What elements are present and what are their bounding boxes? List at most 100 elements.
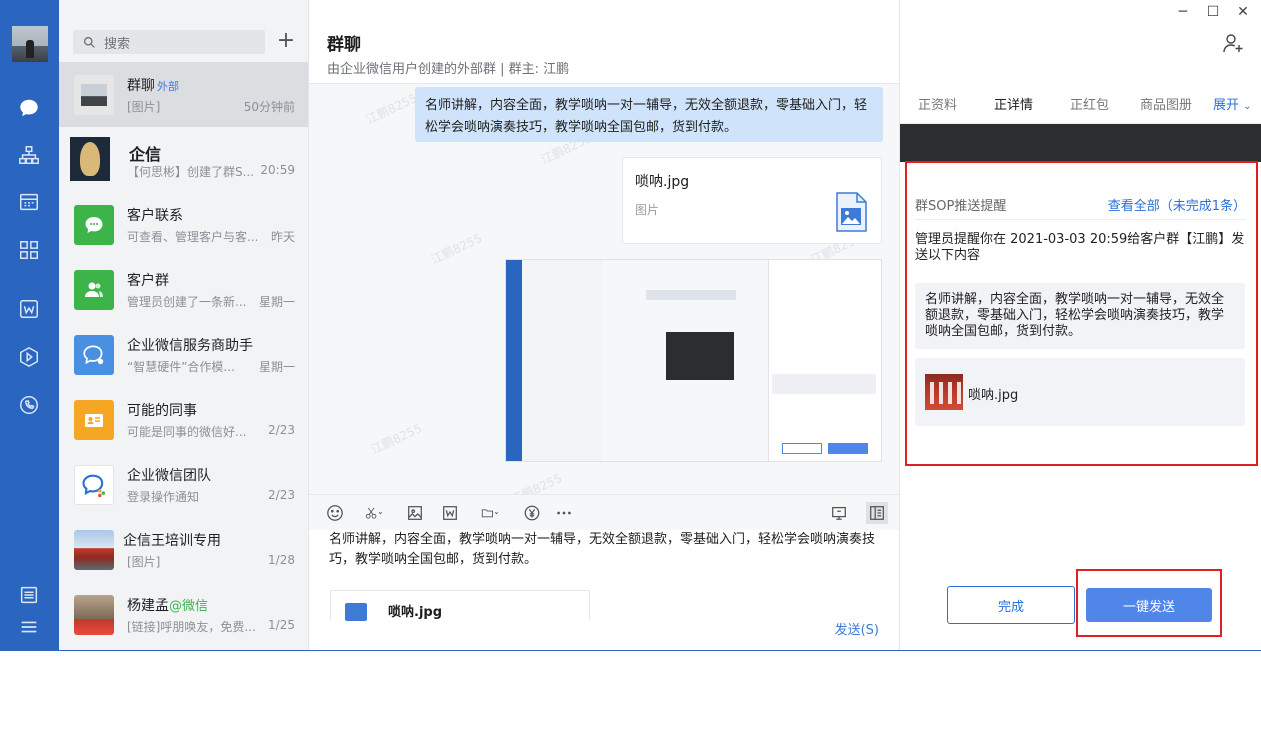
scissors-icon[interactable] (359, 503, 389, 523)
file-message[interactable]: 唢呐.jpg 图片 (622, 157, 882, 244)
yang-avatar (74, 595, 114, 635)
conversation-time: 1/25 (268, 618, 295, 632)
done-button[interactable]: 完成 (947, 586, 1075, 624)
conversation-item-possible-colleagues[interactable]: 可能的同事 可能是同事的微信好... 2/23 (59, 387, 308, 452)
conversation-name: 客户群 (127, 273, 169, 289)
user-avatar[interactable] (12, 26, 48, 62)
conversation-item-wecom-team[interactable]: 企业微信团队 登录操作通知 2/23 (59, 452, 308, 517)
sop-title: 群SOP推送提醒 (915, 199, 1007, 214)
expand-tabs-button[interactable]: 展开 ⌄ (1213, 94, 1252, 113)
conversation-time: 星期一 (258, 295, 295, 309)
file-thumbnail (925, 374, 963, 410)
history-icon[interactable] (829, 503, 849, 523)
colleague-card-icon (74, 400, 114, 440)
screenshot-image-message[interactable] (505, 259, 882, 462)
tab-red-packet[interactable]: 正红包 (1070, 94, 1109, 113)
conversation-preview: 管理员创建了一条新... (127, 295, 247, 309)
one-click-send-button[interactable]: 一键发送 (1086, 588, 1212, 622)
search-icon (84, 36, 95, 48)
sop-content: 名师讲解，内容全面，教学唢呐一对一辅导，无效全额退款，零基础入门，轻松学会唢呐演… (915, 283, 1245, 349)
chat-area: 群聊 由企业微信用户创建的外部群 | 群主: 江鹏 江鹏8255 江鹏8255 … (309, 0, 899, 651)
file-icon (345, 603, 367, 621)
watermark: 江鹏8255 (363, 91, 420, 127)
search-placeholder: 搜索 (104, 36, 131, 52)
nav-rail (0, 0, 59, 651)
attachment-name: 唢呐.jpg (388, 605, 443, 620)
conversation-item-service-assistant[interactable]: 企业微信服务商助手 “智慧硬件”合作模... 星期一 (59, 322, 308, 387)
conversation-time: 1/28 (268, 553, 295, 567)
chat-bubble-icon[interactable] (17, 96, 41, 120)
settings-sliders-icon[interactable] (17, 583, 41, 607)
highlight-box: 一键发送 (1076, 569, 1222, 637)
org-chart-icon[interactable] (17, 143, 41, 167)
service-assistant-icon (74, 335, 114, 375)
doc-icon[interactable] (440, 503, 460, 523)
conversation-preview: 可查看、管理客户与客... (127, 230, 257, 244)
conversation-name: 企业微信团队 (127, 468, 211, 484)
expand-label: 展开 (1213, 98, 1240, 113)
text-message[interactable]: 名师讲解，内容全面，教学唢呐一对一辅导，无效全额退款，零基础入门，轻松学会唢呐演… (415, 87, 883, 142)
sop-file-name: 唢呐.jpg (968, 388, 1019, 403)
add-member-icon[interactable] (1222, 32, 1244, 54)
file-name: 唢呐.jpg (635, 174, 690, 190)
group-avatar (74, 75, 114, 115)
minimize-icon[interactable]: ─ (1174, 4, 1192, 20)
conversation-preview: 可能是同事的微信好... (127, 425, 247, 439)
divider (915, 219, 1246, 220)
side-panel-toggle-icon[interactable] (866, 502, 888, 524)
phone-call-icon[interactable] (17, 393, 41, 417)
conversation-name: 群聊 (127, 78, 155, 94)
maximize-icon[interactable]: ☐ (1204, 4, 1222, 20)
customer-contact-icon (74, 205, 114, 245)
conversation-preview: 【何思彬】创建了群S... (127, 165, 255, 179)
conversation-name: 客户联系 (127, 208, 183, 224)
chat-title[interactable]: 群聊 (327, 30, 361, 55)
search-input[interactable]: 搜索 (73, 30, 265, 54)
image-file-icon (836, 192, 867, 232)
view-all-link[interactable]: 查看全部（未完成1条） (1108, 195, 1246, 214)
panel-tabs: 正资料 正详情 正红包 商品图册 展开 ⌄ (900, 84, 1261, 124)
conversation-time: 2/23 (268, 423, 295, 437)
more-icon[interactable] (554, 503, 574, 523)
close-icon[interactable]: ✕ (1234, 4, 1252, 20)
hexagon-play-icon[interactable] (17, 345, 41, 369)
right-side-panel: ─ ☐ ✕ 正资料 正详情 正红包 商品图册 展开 ⌄ 群SOP推送提醒 查看全… (899, 0, 1261, 651)
conversation-time: 20:59 (260, 163, 295, 177)
compose-text[interactable]: 名师讲解，内容全面，教学唢呐一对一辅导，无效全额退款，零基础入门，轻松学会唢呐演… (329, 530, 889, 570)
red-packet-icon[interactable] (522, 503, 542, 523)
tab-profile[interactable]: 正资料 (918, 94, 957, 113)
tab-details[interactable]: 正详情 (994, 94, 1033, 113)
compose-attachment[interactable]: 唢呐.jpg (330, 590, 590, 621)
chat-header: 群聊 由企业微信用户创建的外部群 | 群主: 江鹏 (309, 0, 899, 84)
wechat-tag: @微信 (169, 599, 209, 614)
conversation-item-yang[interactable]: 杨建孟@微信 [链接]呼朋唤友，免费... 1/25 (59, 582, 308, 647)
conversation-time: 昨天 (270, 230, 295, 244)
conversation-item-qixin[interactable]: 企信 【何思彬】创建了群S... 20:59 (59, 127, 308, 192)
external-tag: 外部 (157, 80, 179, 93)
folder-icon[interactable] (475, 503, 505, 523)
watermark: 江鹏8255 (368, 421, 425, 457)
conversation-item-customer-contact[interactable]: 客户联系 可查看、管理客户与客... 昨天 (59, 192, 308, 257)
menu-icon[interactable] (17, 615, 41, 639)
emoji-icon[interactable] (325, 503, 345, 523)
window-border (0, 650, 1261, 651)
conversation-time: 50分钟前 (243, 100, 295, 114)
panel-header-strip (900, 124, 1261, 162)
wecom-team-logo (74, 465, 114, 505)
conversation-name: 可能的同事 (127, 403, 197, 419)
conversation-item-group-chat[interactable]: 群聊 外部 [图片] 50分钟前 (59, 62, 308, 127)
conversation-item-training[interactable]: 企信王培训专用 [图片] 1/28 (59, 517, 308, 582)
wecom-window: 搜索 + 群聊 外部 [图片] 50分钟前 企信 【何思彬】创建了群S... 20… (0, 0, 1261, 651)
calendar-icon[interactable] (17, 190, 41, 214)
send-button[interactable]: 发送(S) (835, 619, 879, 638)
add-button[interactable]: + (275, 30, 297, 54)
compose-box[interactable]: 名师讲解，内容全面，教学唢呐一对一辅导，无效全额退款，零基础入门，轻松学会唢呐演… (309, 530, 899, 651)
apps-grid-icon[interactable] (17, 238, 41, 262)
doc-w-icon[interactable] (17, 297, 41, 321)
conversation-name: 杨建孟 (127, 598, 169, 614)
tab-product-album[interactable]: 商品图册 (1140, 94, 1192, 113)
sop-file-item[interactable]: 唢呐.jpg (915, 358, 1245, 426)
watermark: 江鹏8255 (428, 231, 485, 267)
conversation-item-customer-group[interactable]: 客户群 管理员创建了一条新... 星期一 (59, 257, 308, 322)
image-icon[interactable] (405, 503, 425, 523)
